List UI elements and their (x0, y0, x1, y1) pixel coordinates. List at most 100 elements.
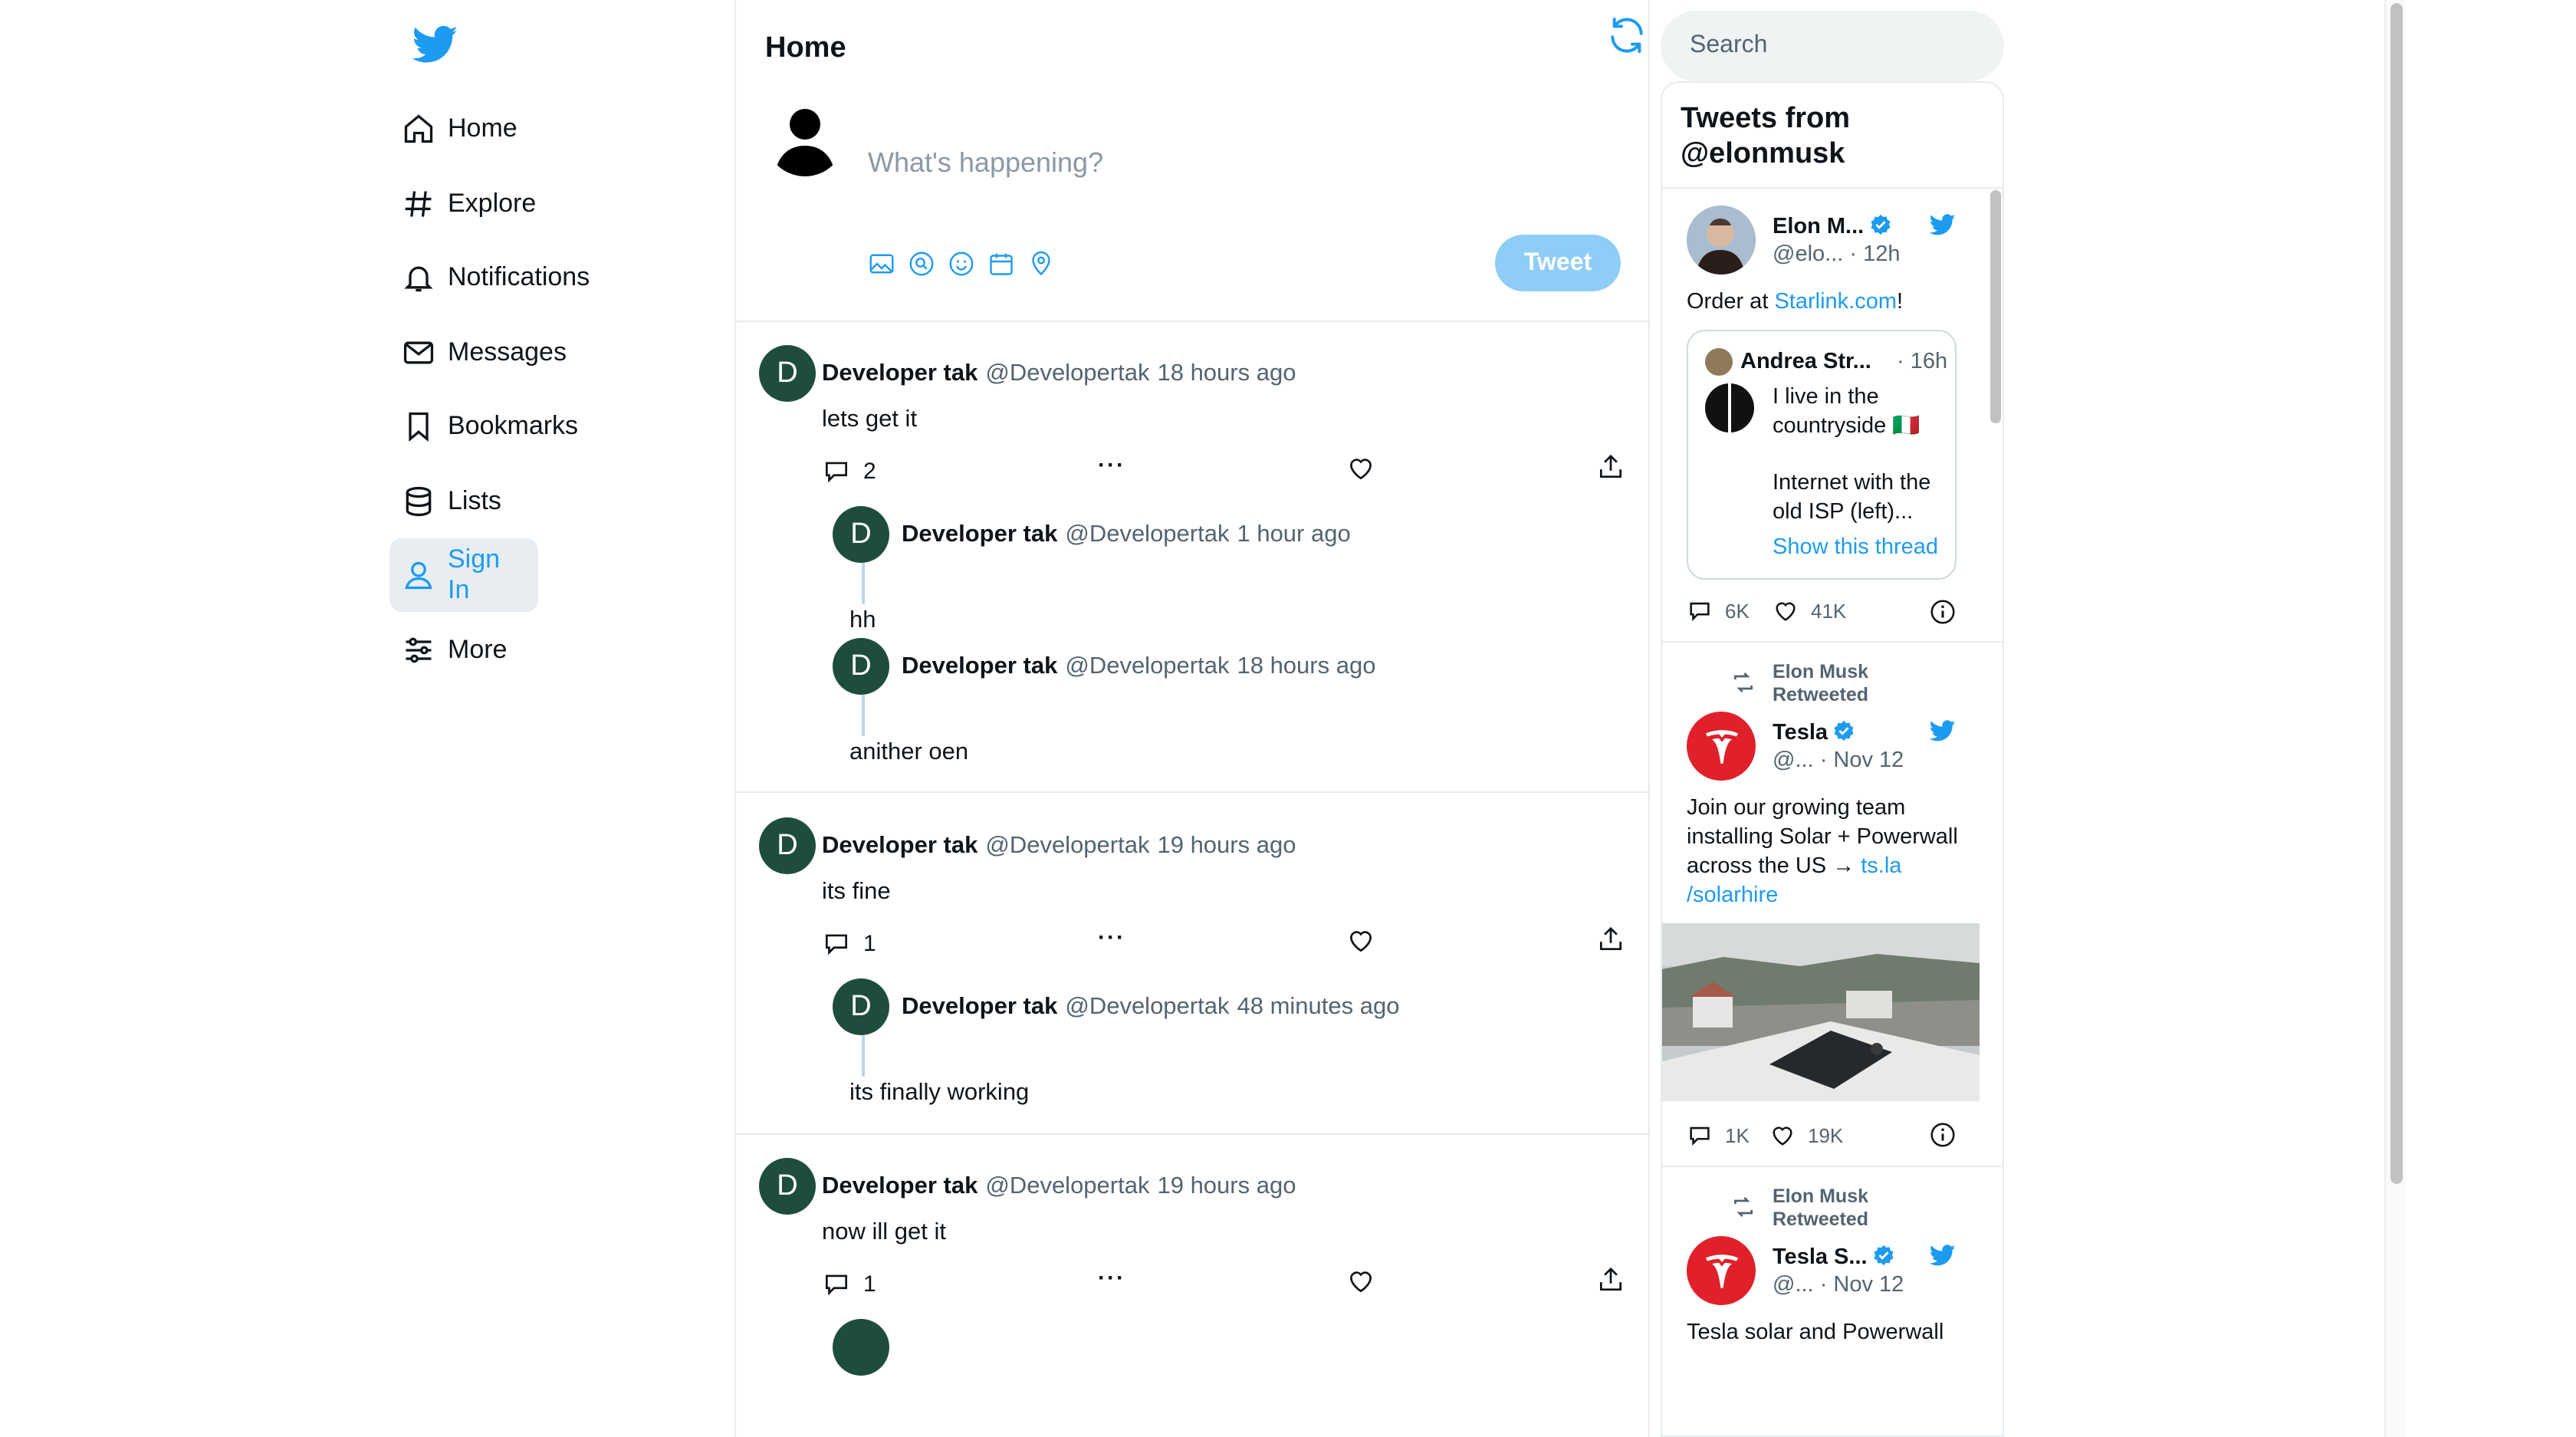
reply-button[interactable]: 1 (822, 929, 876, 959)
scrollbar-thumb[interactable] (1990, 190, 2001, 423)
like-stat[interactable]: 41K (1773, 598, 1846, 624)
tweet-time: 19 hours ago (1157, 833, 1296, 859)
reply-text: anither oen (849, 739, 969, 765)
starlink-link[interactable]: Starlink.com (1774, 290, 1897, 314)
share-icon[interactable] (1596, 452, 1625, 482)
nav-home-label: Home (448, 113, 518, 143)
tweet-post[interactable]: D Developer tak @Developertak 18 hours ago… (736, 321, 1648, 791)
tweet-text: lets get it (822, 406, 918, 432)
author-name[interactable]: Tesla S... (1773, 1244, 1895, 1270)
tesla-avatar[interactable] (1687, 1236, 1756, 1305)
reply-button[interactable]: 2 (822, 457, 876, 486)
refresh-icon[interactable] (1605, 14, 1648, 57)
verified-badge-icon (1870, 214, 1890, 235)
nav-lists[interactable]: Lists (389, 465, 514, 538)
widget-scrollbar[interactable] (1986, 187, 2003, 1435)
tweet-time: 18 hours ago (1237, 653, 1376, 679)
reply-stat[interactable]: 6K (1687, 598, 1750, 624)
author-name[interactable]: Developer tak (822, 833, 978, 859)
nav-notifications[interactable]: Notifications (389, 241, 602, 314)
verified-badge-icon (1834, 720, 1854, 742)
quoted-tweet[interactable]: Andrea Str... · 16h I live in the countr… (1687, 330, 1957, 580)
author-handle: @Developertak (1065, 653, 1230, 679)
reply-stat[interactable]: 1K (1687, 1123, 1750, 1149)
author-handle: @Developertak (985, 1173, 1150, 1199)
nav-more[interactable]: More (389, 613, 519, 687)
quoted-media-thumbnail[interactable] (1705, 383, 1754, 432)
avatar[interactable] (1687, 206, 1756, 275)
like-icon[interactable] (1346, 1267, 1375, 1296)
location-icon[interactable] (1027, 250, 1055, 278)
nav-sign-in[interactable]: Sign In (389, 538, 538, 612)
like-stat[interactable]: 19K (1769, 1123, 1843, 1149)
divider (1662, 641, 2003, 643)
avatar[interactable]: D (833, 506, 889, 563)
tesla-avatar[interactable] (1687, 712, 1756, 781)
show-thread-link[interactable]: Show this thread (1773, 534, 1938, 563)
nav-explore-label: Explore (448, 189, 537, 218)
scrollbar-thumb[interactable] (2390, 3, 2403, 1184)
image-icon[interactable] (868, 250, 895, 278)
nav-bookmarks[interactable]: Bookmarks (389, 390, 590, 463)
emoji-icon[interactable] (948, 250, 975, 278)
author-name[interactable]: Developer tak (902, 994, 1057, 1020)
bookmark-icon (402, 409, 435, 443)
author-name[interactable]: Elon M... (1773, 213, 1891, 239)
share-icon[interactable] (1596, 925, 1625, 954)
author-name[interactable]: Developer tak (822, 1173, 978, 1199)
schedule-icon[interactable] (987, 250, 1015, 278)
more-options-icon[interactable]: ··· (1098, 452, 1125, 478)
avatar[interactable]: D (833, 978, 889, 1035)
author-handle: @Developertak (985, 360, 1150, 386)
more-options-icon[interactable]: ··· (1098, 1265, 1125, 1291)
page-scrollbar[interactable] (2384, 0, 2406, 1437)
tweet-time: 19 hours ago (1157, 1173, 1296, 1199)
like-icon (1773, 1126, 1792, 1146)
avatar[interactable]: D (833, 638, 889, 695)
tweet-button[interactable]: Tweet (1495, 235, 1621, 291)
tweet-photo[interactable] (1662, 923, 1980, 1101)
hashtag-icon (402, 187, 435, 221)
quoted-time: · 16h (1897, 350, 1948, 374)
author-name[interactable]: Tesla (1773, 719, 1855, 745)
info-icon[interactable] (1929, 598, 1957, 626)
like-icon[interactable] (1346, 454, 1375, 483)
nav-notifications-label: Notifications (448, 262, 590, 291)
retweet-icon (1734, 672, 1753, 692)
reply-text: its finally working (849, 1080, 1030, 1106)
nav-more-label: More (448, 635, 508, 664)
reply-button[interactable]: 1 (822, 1270, 876, 1299)
avatar[interactable]: D (759, 817, 816, 874)
twitter-bird-icon[interactable] (411, 21, 460, 67)
author-name[interactable]: Developer tak (902, 653, 1057, 679)
author-handle: @Developertak (1065, 521, 1230, 548)
reply-header: Developer tak @Developertak 18 hours ago (902, 653, 1375, 681)
avatar[interactable] (1705, 348, 1733, 376)
twitter-bird-icon[interactable] (1927, 718, 1958, 744)
info-icon[interactable] (1929, 1121, 1957, 1149)
compose-input[interactable]: What's happening? (868, 147, 1103, 179)
avatar[interactable]: D (759, 1158, 816, 1215)
avatar[interactable]: D (759, 345, 816, 402)
author-name[interactable]: Developer tak (902, 521, 1057, 548)
like-icon[interactable] (1346, 926, 1375, 955)
nav-messages[interactable]: Messages (389, 316, 579, 390)
main-timeline: Home What's happening? Tweet D Developer… (734, 0, 1650, 1437)
author-name[interactable]: Developer tak (822, 360, 978, 386)
tweet-post[interactable]: D Developer tak @Developertak 19 hours ago… (736, 1133, 1648, 1437)
reply-icon (1690, 602, 1710, 621)
twitter-bird-icon[interactable] (1927, 212, 1958, 238)
reply-header: Developer tak @Developertak 1 hour ago (902, 521, 1351, 549)
tweet-post[interactable]: D Developer tak @Developertak 19 hours ago… (736, 793, 1648, 1133)
search-input[interactable]: Search (1661, 11, 2004, 81)
reply-icon (825, 934, 848, 955)
more-options-icon[interactable]: ··· (1098, 925, 1125, 951)
twitter-bird-icon[interactable] (1927, 1242, 1958, 1268)
nav-explore[interactable]: Explore (389, 167, 548, 241)
nav-bookmarks-label: Bookmarks (448, 411, 579, 440)
nav-home[interactable]: Home (389, 92, 530, 166)
share-icon[interactable] (1596, 1265, 1625, 1294)
gif-icon[interactable] (908, 250, 935, 278)
quoted-author-name[interactable]: Andrea Str... (1740, 350, 1871, 374)
tweet-header: Developer tak @Developertak 19 hours ago (822, 833, 1296, 860)
